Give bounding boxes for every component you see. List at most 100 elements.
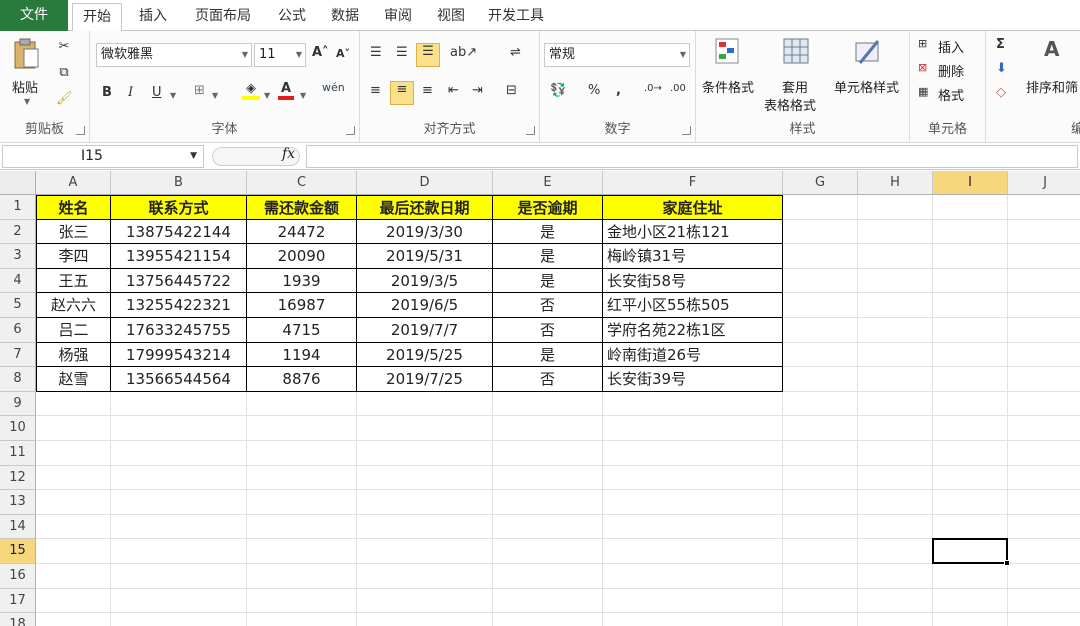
- tab-formulas[interactable]: 公式: [268, 3, 316, 31]
- table-cell[interactable]: 2019/7/7: [357, 318, 493, 343]
- table-header-cell[interactable]: 姓名: [36, 195, 111, 220]
- font-size-select[interactable]: 11 ▼: [254, 43, 306, 67]
- column-header-d[interactable]: D: [357, 171, 493, 195]
- wrap-text-icon[interactable]: ⇌: [510, 45, 521, 60]
- row-header-11[interactable]: 11: [0, 441, 36, 466]
- number-format-select[interactable]: 常规 ▼: [544, 43, 690, 67]
- clear-icon[interactable]: ◇: [996, 85, 1006, 100]
- table-cell[interactable]: 20090: [247, 244, 357, 269]
- row-header-12[interactable]: 12: [0, 465, 36, 491]
- copy-icon[interactable]: ⧉: [56, 65, 72, 80]
- row-header-9[interactable]: 9: [0, 391, 36, 417]
- comma-button[interactable]: ,: [616, 83, 621, 98]
- row-header-13[interactable]: 13: [0, 490, 36, 515]
- sort-filter-icon[interactable]: A: [1044, 37, 1059, 61]
- table-cell[interactable]: 13756445722: [111, 268, 247, 294]
- column-header-c[interactable]: C: [247, 171, 357, 195]
- row-header-6[interactable]: 6: [0, 318, 36, 343]
- format-as-table-button-1[interactable]: 套用: [782, 77, 808, 96]
- table-cell[interactable]: 岭南街道26号: [603, 342, 783, 368]
- tab-file[interactable]: 文件: [0, 0, 68, 31]
- table-cell[interactable]: 4715: [247, 318, 357, 343]
- table-cell[interactable]: 赵雪: [36, 367, 111, 392]
- delete-cells-button[interactable]: 删除: [938, 61, 964, 80]
- sort-filter-button[interactable]: 排序和筛: [1026, 77, 1078, 96]
- delete-cells-icon[interactable]: ⊠: [918, 61, 927, 74]
- column-header-b[interactable]: B: [111, 171, 247, 195]
- alignment-launcher-icon[interactable]: [526, 126, 535, 135]
- table-cell[interactable]: 2019/5/25: [357, 342, 493, 368]
- table-cell[interactable]: 金地小区21栋121: [603, 219, 783, 245]
- table-cell[interactable]: 是: [493, 219, 603, 245]
- format-painter-icon[interactable]: 🖌: [56, 91, 73, 106]
- percent-button[interactable]: %: [588, 83, 600, 98]
- tab-view[interactable]: 视图: [426, 3, 476, 31]
- merge-center-icon[interactable]: ⊟: [506, 83, 517, 98]
- format-cells-button[interactable]: 格式: [938, 85, 964, 104]
- name-box-dropdown-icon[interactable]: ▼: [190, 146, 197, 167]
- format-cells-icon[interactable]: ▦: [918, 85, 928, 98]
- tab-data[interactable]: 数据: [320, 3, 370, 31]
- align-center-icon[interactable]: ≡: [390, 81, 414, 105]
- insert-cells-icon[interactable]: ⊞: [918, 37, 927, 50]
- table-cell[interactable]: 长安街39号: [603, 367, 783, 392]
- italic-button[interactable]: I: [128, 85, 133, 100]
- tab-developer[interactable]: 开发工具: [480, 3, 552, 31]
- row-header-5[interactable]: 5: [0, 293, 36, 318]
- phonetic-icon[interactable]: wén: [322, 81, 345, 94]
- fill-handle[interactable]: [1004, 559, 1010, 566]
- fill-color-dropdown-icon[interactable]: ▼: [264, 91, 270, 100]
- row-header-8[interactable]: 8: [0, 367, 36, 392]
- font-launcher-icon[interactable]: [346, 126, 355, 135]
- table-header-cell[interactable]: 联系方式: [111, 195, 247, 220]
- table-cell[interactable]: 2019/3/5: [357, 268, 493, 294]
- table-cell[interactable]: 1194: [247, 342, 357, 368]
- tab-review[interactable]: 审阅: [374, 3, 422, 31]
- column-header-h[interactable]: H: [858, 171, 933, 195]
- table-cell[interactable]: 8876: [247, 367, 357, 392]
- table-cell[interactable]: 16987: [247, 293, 357, 318]
- table-cell[interactable]: 李四: [36, 244, 111, 269]
- row-header-7[interactable]: 7: [0, 342, 36, 368]
- table-cell[interactable]: 否: [493, 318, 603, 343]
- paste-icon[interactable]: [12, 37, 40, 71]
- table-cell[interactable]: 17999543214: [111, 342, 247, 368]
- table-cell[interactable]: 2019/3/30: [357, 219, 493, 245]
- number-launcher-icon[interactable]: [682, 126, 691, 135]
- bold-button[interactable]: B: [102, 85, 112, 100]
- font-name-select[interactable]: 微软雅黑 ▼: [96, 43, 252, 67]
- insert-cells-button[interactable]: 插入: [938, 37, 964, 56]
- table-cell[interactable]: 赵六六: [36, 293, 111, 318]
- formula-input[interactable]: [306, 145, 1078, 168]
- fill-icon[interactable]: ⬇: [996, 61, 1007, 76]
- row-header-3[interactable]: 3: [0, 244, 36, 269]
- table-cell[interactable]: 王五: [36, 268, 111, 294]
- table-cell[interactable]: 梅岭镇31号: [603, 244, 783, 269]
- tab-home[interactable]: 开始: [72, 3, 122, 32]
- row-header-18[interactable]: 18: [0, 613, 36, 626]
- orientation-icon[interactable]: ab↗: [450, 45, 477, 60]
- currency-icon[interactable]: 💱: [550, 83, 566, 98]
- underline-dropdown-icon[interactable]: ▼: [170, 91, 176, 100]
- table-cell[interactable]: 长安街58号: [603, 268, 783, 294]
- column-header-i[interactable]: I: [933, 171, 1008, 195]
- cell-styles-icon[interactable]: [854, 37, 882, 67]
- table-cell[interactable]: 吕二: [36, 318, 111, 343]
- table-cell[interactable]: 是: [493, 244, 603, 269]
- table-cell[interactable]: 张三: [36, 219, 111, 245]
- align-top-icon[interactable]: ☰: [370, 45, 382, 60]
- row-header-10[interactable]: 10: [0, 416, 36, 441]
- font-color-dropdown-icon[interactable]: ▼: [300, 91, 306, 100]
- table-cell[interactable]: 否: [493, 367, 603, 392]
- select-all-corner[interactable]: [0, 171, 36, 195]
- conditional-format-button[interactable]: 条件格式: [702, 77, 754, 96]
- table-cell[interactable]: 17633245755: [111, 318, 247, 343]
- align-bottom-icon[interactable]: ☰: [416, 43, 440, 67]
- border-dropdown-icon[interactable]: ▼: [212, 91, 218, 100]
- column-header-e[interactable]: E: [493, 171, 603, 195]
- table-cell[interactable]: 红平小区55栋505: [603, 293, 783, 318]
- cut-icon[interactable]: ✂: [56, 39, 72, 54]
- column-header-f[interactable]: F: [603, 171, 783, 195]
- table-cell[interactable]: 1939: [247, 268, 357, 294]
- fill-color-icon[interactable]: ◈: [242, 81, 260, 100]
